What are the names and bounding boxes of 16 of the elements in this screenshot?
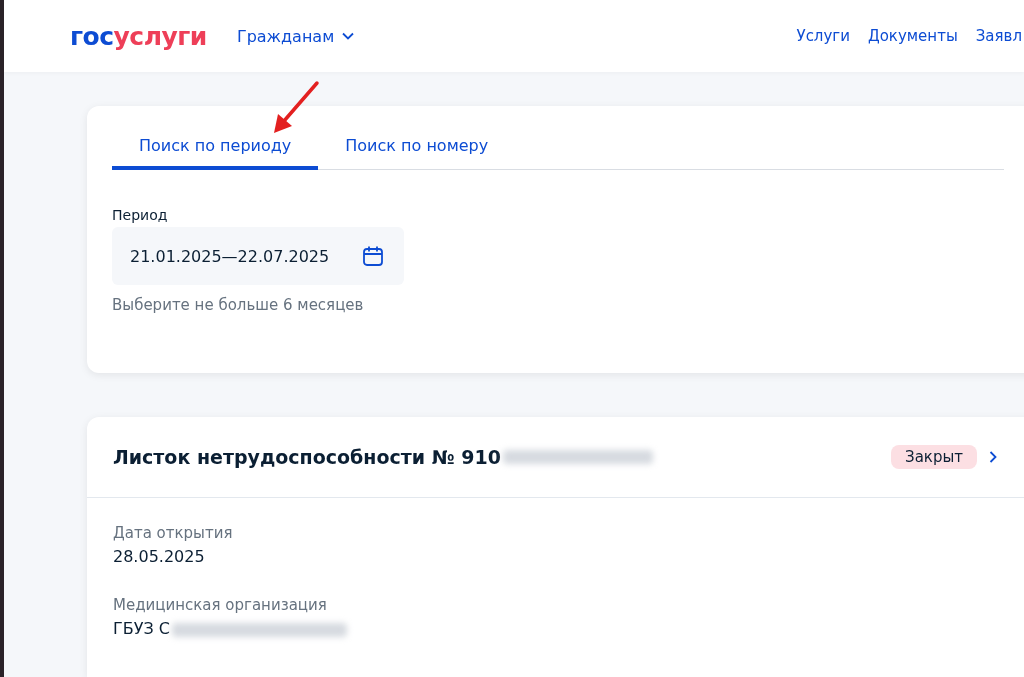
nav-link[interactable]: Документы [867, 27, 958, 45]
nav-link[interactable]: Заявл [975, 27, 1022, 45]
field-label: Медицинская организация [113, 596, 328, 614]
field-label: Дата открытия [113, 524, 234, 542]
tab[interactable]: Поиск по периоду [112, 130, 319, 170]
field-label: Период [112, 207, 169, 223]
field-value: ГБУЗ С [113, 619, 170, 638]
field-value: 28.05.2025 [113, 547, 205, 566]
nav-link[interactable]: Услуги [796, 27, 850, 45]
date-range-field[interactable]: 21.01.2025—22.07.2025 [112, 227, 404, 285]
status-badge: Закрыт [891, 445, 977, 469]
logo[interactable]: госуслуги [70, 21, 207, 51]
hint-text: Выберите не больше 6 месяцев [112, 296, 365, 314]
tab[interactable]: Поиск по номеру [318, 130, 516, 170]
audience-dropdown[interactable]: Гражданам [236, 26, 355, 46]
record-title: Листок нетрудоспособности № 910 [113, 446, 501, 468]
